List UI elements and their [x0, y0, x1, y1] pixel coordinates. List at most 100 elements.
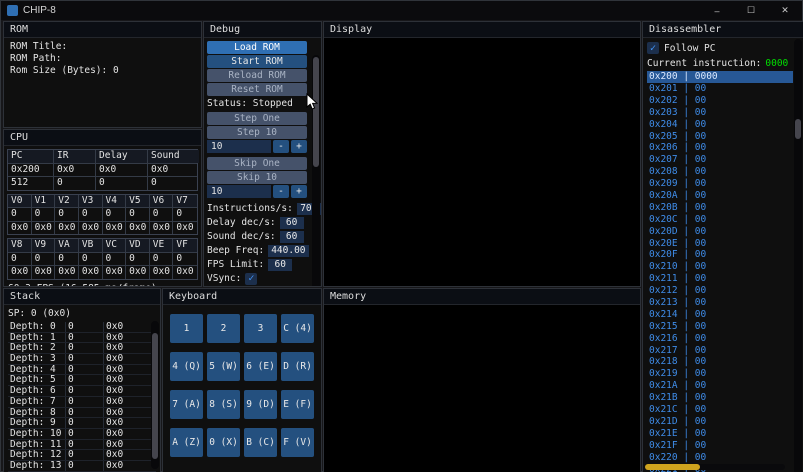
- disassembler-scrollbar[interactable]: [794, 39, 802, 472]
- disassembly-row[interactable]: 0x20A | 00: [647, 190, 793, 202]
- stack-panel-body: SP: 0 (0x0) Depth: 0 0 0x0 Depth: 1 0 0x…: [4, 305, 160, 472]
- reload-rom-button[interactable]: Reload ROM: [207, 69, 307, 82]
- register-dec-cell: 0: [126, 252, 150, 265]
- disassembly-row[interactable]: 0x216 | 00: [647, 333, 793, 345]
- disassembler-panel-title[interactable]: Disassembler: [643, 22, 803, 38]
- disassembly-row[interactable]: 0x212 | 00: [647, 285, 793, 297]
- maximize-icon[interactable]: ☐: [734, 1, 768, 20]
- disassembly-row[interactable]: 0x215 | 00: [647, 321, 793, 333]
- keypad-key[interactable]: D (R): [281, 352, 314, 381]
- disassembly-row[interactable]: 0x21F | 00: [647, 440, 793, 452]
- disassembly-row[interactable]: 0x206 | 00: [647, 142, 793, 154]
- debug-field-input[interactable]: 60: [279, 230, 304, 243]
- keypad-key[interactable]: 3: [244, 314, 277, 343]
- memory-panel-title[interactable]: Memory: [324, 289, 640, 305]
- stack-scrollbar[interactable]: [151, 321, 159, 469]
- stack-panel-title[interactable]: Stack: [4, 289, 160, 305]
- disassembly-row[interactable]: 0x219 | 00: [647, 368, 793, 380]
- disassembly-row[interactable]: 0x210 | 00: [647, 261, 793, 273]
- keypad-key[interactable]: B (C): [244, 428, 277, 457]
- disassembly-row[interactable]: 0x204 | 00: [647, 119, 793, 131]
- display-panel-title[interactable]: Display: [324, 22, 640, 38]
- disassembly-row[interactable]: 0x205 | 00: [647, 131, 793, 143]
- disassembly-row[interactable]: 0x21E | 00: [647, 428, 793, 440]
- debug-field-input[interactable]: 60: [268, 258, 293, 271]
- disassembly-row[interactable]: 0x20B | 00: [647, 202, 793, 214]
- debug-scrollbar-thumb[interactable]: [313, 57, 319, 167]
- keypad-key[interactable]: 2: [207, 314, 240, 343]
- disassembly-row[interactable]: 0x207 | 00: [647, 154, 793, 166]
- register-dec-cell: 0: [79, 208, 103, 221]
- disassembly-row[interactable]: 0x20C | 00: [647, 214, 793, 226]
- debug-panel-title[interactable]: Debug: [204, 22, 321, 38]
- current-instruction-label: Current instruction:: [647, 58, 762, 69]
- disassembler-horizontal-scrollbar[interactable]: [645, 464, 785, 470]
- keypad-key[interactable]: 8 (S): [207, 390, 240, 419]
- disassembly-row[interactable]: 0x20D | 00: [647, 226, 793, 238]
- keypad-key[interactable]: 4 (Q): [170, 352, 203, 381]
- disassembly-row[interactable]: 0x201 | 00: [647, 83, 793, 95]
- keypad-key[interactable]: 0 (X): [207, 428, 240, 457]
- keypad-key[interactable]: 5 (W): [207, 352, 240, 381]
- skip-count-increment-button[interactable]: +: [291, 185, 307, 198]
- debug-scrollbar[interactable]: [312, 55, 320, 286]
- cpu-panel-body: PC IR Delay Sound 0x200 0x0 0x0 0x0 512 0 0 0 V0 V…: [4, 146, 201, 286]
- close-icon[interactable]: ✕: [768, 1, 802, 20]
- disassembly-row[interactable]: 0x209 | 00: [647, 178, 793, 190]
- window-titlebar[interactable]: CHIP-8 – ☐ ✕: [1, 1, 802, 20]
- stack-scrollbar-thumb[interactable]: [152, 333, 158, 459]
- skip-count-decrement-button[interactable]: -: [273, 185, 289, 198]
- disassembly-row[interactable]: 0x21D | 00: [647, 416, 793, 428]
- minimize-icon[interactable]: –: [700, 1, 734, 20]
- keypad-key[interactable]: F (V): [281, 428, 314, 457]
- debug-field-input[interactable]: 60: [279, 216, 304, 229]
- follow-pc-label: Follow PC: [664, 42, 716, 54]
- keypad-key[interactable]: 6 (E): [244, 352, 277, 381]
- disassembly-row[interactable]: 0x211 | 00: [647, 273, 793, 285]
- disassembly-row-selected[interactable]: 0x200 | 0000: [647, 71, 793, 83]
- keypad-key[interactable]: 1: [170, 314, 203, 343]
- disassembly-row[interactable]: 0x203 | 00: [647, 107, 793, 119]
- cpu-panel-title[interactable]: CPU: [4, 130, 201, 146]
- disassembly-row[interactable]: 0x220 | 00: [647, 452, 793, 464]
- start-rom-button[interactable]: Start ROM: [207, 55, 307, 68]
- keypad-key[interactable]: 9 (D): [244, 390, 277, 419]
- disassembler-horizontal-scrollbar-thumb[interactable]: [645, 464, 700, 470]
- keyboard-panel-title[interactable]: Keyboard: [163, 289, 321, 305]
- skip-count-input[interactable]: 10: [207, 185, 271, 198]
- disassembly-row[interactable]: 0x208 | 00: [647, 166, 793, 178]
- vsync-checkbox[interactable]: ✓: [245, 272, 258, 285]
- keypad-key[interactable]: 7 (A): [170, 390, 203, 419]
- register-dec-cell: 0: [8, 252, 32, 265]
- rom-panel-title[interactable]: ROM: [4, 22, 201, 38]
- step-count-decrement-button[interactable]: -: [273, 140, 289, 153]
- disassembly-row[interactable]: 0x20F | 00: [647, 249, 793, 261]
- disassembly-row[interactable]: 0x21A | 00: [647, 380, 793, 392]
- disassembly-row[interactable]: 0x213 | 00: [647, 297, 793, 309]
- disassembly-row[interactable]: 0x217 | 00: [647, 345, 793, 357]
- disassembly-row[interactable]: 0x218 | 00: [647, 356, 793, 368]
- disassembly-row[interactable]: 0x202 | 00: [647, 95, 793, 107]
- step-one-button[interactable]: Step One: [207, 112, 307, 125]
- skip-one-button[interactable]: Skip One: [207, 157, 307, 170]
- register-hex-cell: 0x0: [150, 266, 174, 279]
- skip-ten-button[interactable]: Skip 10: [207, 171, 307, 184]
- step-count-increment-button[interactable]: +: [291, 140, 307, 153]
- disassembly-row[interactable]: 0x214 | 00: [647, 309, 793, 321]
- step-ten-button[interactable]: Step 10: [207, 126, 307, 139]
- disassembly-row[interactable]: 0x21B | 00: [647, 392, 793, 404]
- disassembler-scrollbar-thumb[interactable]: [795, 119, 801, 139]
- keypad-key[interactable]: E (F): [281, 390, 314, 419]
- load-rom-button[interactable]: Load ROM: [207, 41, 307, 54]
- disassembly-row[interactable]: 0x21C | 00: [647, 404, 793, 416]
- reset-rom-button[interactable]: Reset ROM: [207, 83, 307, 96]
- debug-field-input[interactable]: 440.00: [268, 244, 309, 257]
- follow-pc-checkbox[interactable]: ✓: [647, 42, 659, 54]
- register-dec-cell: 0: [103, 208, 127, 221]
- keypad-key[interactable]: A (Z): [170, 428, 203, 457]
- step-count-input[interactable]: 10: [207, 140, 271, 153]
- app-icon: [7, 5, 18, 16]
- keypad-key[interactable]: C (4): [281, 314, 314, 343]
- register-header-cell: V9: [31, 239, 56, 252]
- disassembly-row[interactable]: 0x20E | 00: [647, 238, 793, 250]
